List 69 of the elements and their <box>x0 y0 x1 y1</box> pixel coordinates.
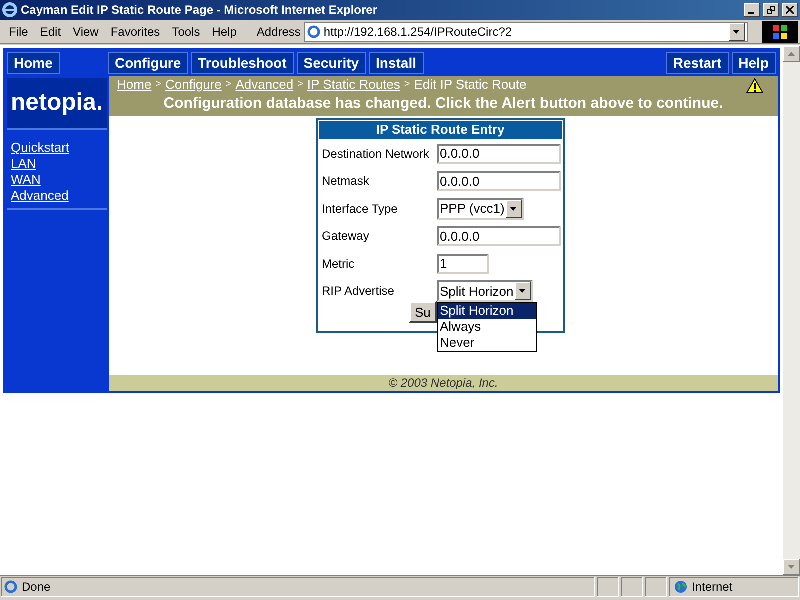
down-arrow-icon <box>788 565 795 569</box>
nav-button[interactable]: Install <box>369 52 424 74</box>
browser-icon <box>2 2 18 18</box>
address-field[interactable]: http://192.168.1.254/IPRouteCirc?2 <box>304 22 748 42</box>
sidebar-link[interactable]: WAN <box>11 172 41 188</box>
restore-icon <box>767 6 775 14</box>
menu-item[interactable]: Favorites <box>104 22 166 40</box>
field-label: Metric <box>322 256 356 273</box>
warning-icon[interactable] <box>746 78 764 94</box>
minimize-button[interactable] <box>744 3 760 17</box>
select-field[interactable]: Split Horizon <box>437 280 533 302</box>
field-label: RIP Advertise <box>322 283 396 300</box>
nav-button[interactable]: Troubleshoot <box>191 52 294 74</box>
sidebar-link[interactable]: LAN <box>11 156 36 172</box>
text-field[interactable]: 1 <box>437 254 489 274</box>
breadcrumb-separator: > <box>404 78 410 92</box>
text-field[interactable]: 0.0.0.0 <box>437 144 561 164</box>
breadcrumb-current: Edit IP Static Route <box>414 76 527 94</box>
restore-button[interactable] <box>763 3 779 17</box>
dropdown-option[interactable]: Split Horizon <box>438 303 536 320</box>
alert-message: Configuration database has changed. Click the Alert button above to continue. <box>162 94 724 114</box>
caret-icon <box>510 206 518 211</box>
zone-text: Internet <box>692 578 733 596</box>
menu-item[interactable]: View <box>67 22 105 40</box>
dropdown-arrow-button[interactable] <box>728 22 745 40</box>
select-field[interactable]: PPP (vcc1) <box>437 198 524 220</box>
page-icon <box>4 580 18 594</box>
breadcrumb-separator: > <box>226 78 232 92</box>
dropdown-option[interactable]: Never <box>438 335 536 352</box>
dropdown-option[interactable]: Always <box>438 319 536 336</box>
page-icon <box>306 24 321 38</box>
scroll-up-button[interactable] <box>783 46 800 62</box>
menu-item[interactable]: File <box>3 22 34 40</box>
close-button[interactable] <box>782 3 798 17</box>
field-label: Interface Type <box>322 200 399 218</box>
window-title: Cayman Edit IP Static Route Page - Microsoft Internet Explorer <box>21 2 379 19</box>
nav-button[interactable]: Home <box>7 52 60 74</box>
field-label: Netmask <box>322 173 370 190</box>
field-label: Gateway <box>322 228 370 246</box>
globe-icon <box>674 580 688 594</box>
nav-button[interactable]: Help <box>732 52 776 74</box>
menu-item[interactable]: Edit <box>34 22 68 40</box>
menu-item[interactable]: Help <box>206 22 243 40</box>
text-field[interactable]: 0.0.0.0 <box>437 171 561 192</box>
nav-button[interactable]: Restart <box>666 52 729 74</box>
scroll-down-button[interactable] <box>783 559 800 575</box>
dropdown-arrow-button[interactable] <box>506 200 522 218</box>
footer: © 2003 Netopia, Inc. <box>109 375 778 391</box>
submit-button[interactable]: Su <box>409 301 437 323</box>
netopia-logo: netopia. <box>10 88 103 118</box>
sidebar-link[interactable]: Quickstart <box>11 140 70 156</box>
windows-logo-icon <box>762 20 798 42</box>
breadcrumb-separator: > <box>156 78 162 92</box>
caret-icon <box>519 289 526 294</box>
breadcrumb-separator: > <box>298 78 304 92</box>
sidebar-link[interactable]: Advanced <box>11 188 69 204</box>
text-field[interactable]: 0.0.0.0 <box>437 226 561 246</box>
scrollbar[interactable] <box>783 46 800 575</box>
form-title: IP Static Route Entry <box>319 121 562 139</box>
caret-icon <box>733 30 740 34</box>
close-icon <box>786 6 794 14</box>
menu-item[interactable]: Tools <box>166 22 206 40</box>
address-label: Address <box>256 24 301 40</box>
status-text: Done <box>22 578 51 596</box>
up-arrow-icon <box>788 52 795 56</box>
nav-button[interactable]: Security <box>296 52 366 74</box>
dropdown-arrow-button[interactable] <box>514 282 531 300</box>
field-label: Destination Network <box>322 146 430 163</box>
nav-button[interactable]: Configure <box>108 52 188 74</box>
